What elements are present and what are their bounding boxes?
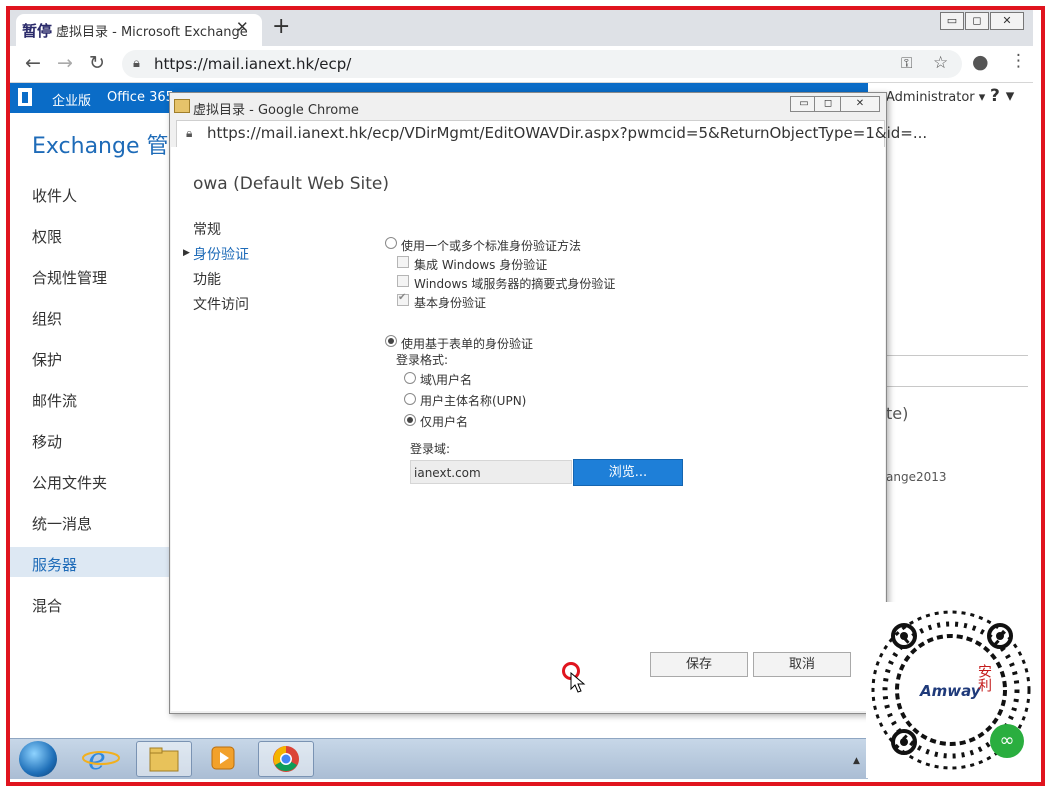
selected-arrow-icon: ▶	[183, 248, 190, 258]
logon-domain-value: ianext.com	[414, 466, 481, 480]
restore-button[interactable]: ◻	[965, 12, 989, 30]
nav-mail-flow[interactable]: 邮件流	[32, 390, 77, 411]
standard-auth-label: 使用一个或多个标准身份验证方法	[401, 239, 582, 253]
forms-auth-label: 使用基于表单的身份验证	[401, 337, 534, 351]
close-window-button[interactable]: ✕	[990, 12, 1024, 30]
svg-text:e: e	[88, 742, 106, 775]
page-title: Exchange 管理	[32, 134, 191, 159]
minimize-button[interactable]: ▭	[940, 12, 964, 30]
tab-file-access[interactable]: 文件访问	[193, 294, 249, 314]
standard-auth-radio[interactable]	[385, 237, 397, 249]
lock-icon: 🔒︎	[133, 56, 140, 71]
admin-menu[interactable]: Administrator ▾	[886, 90, 985, 105]
popup-title: 虚拟目录 - Google Chrome	[193, 103, 359, 118]
tab-close-icon[interactable]: ✕	[236, 18, 249, 36]
integrated-windows-label: 集成 Windows 身份验证	[414, 258, 548, 272]
logon-domain-label: 登录域:	[410, 442, 451, 456]
background-text: ange2013	[886, 470, 947, 484]
tab-features[interactable]: 功能	[193, 269, 221, 289]
folder-icon	[174, 99, 190, 113]
menu-icon[interactable]: ⋮	[1010, 51, 1027, 71]
nav-recipients[interactable]: 收件人	[32, 185, 77, 206]
nav-servers[interactable]: 服务器	[32, 554, 77, 575]
divider	[886, 355, 1028, 356]
upn-label: 用户主体名称(UPN)	[420, 394, 527, 408]
digest-auth-label: Windows 域服务器的摘要式身份验证	[414, 277, 616, 291]
account-icon[interactable]: ●	[972, 51, 989, 73]
mouse-cursor-icon	[570, 672, 586, 693]
nav-mobile[interactable]: 移动	[32, 431, 62, 452]
divider	[886, 386, 1028, 387]
save-button[interactable]: 保存	[650, 652, 748, 677]
paused-watermark: 暂停	[22, 22, 53, 40]
key-icon[interactable]: ⚿	[901, 54, 912, 72]
tab-title: 虚拟目录 - Microsoft Exchange	[56, 25, 248, 40]
taskbar-explorer[interactable]	[136, 741, 192, 777]
username-only-label: 仅用户名	[420, 415, 469, 429]
folder-icon	[149, 747, 179, 772]
qr-brand-cn: 安利	[976, 664, 992, 692]
star-icon[interactable]: ☆	[933, 53, 948, 73]
popup-close-button[interactable]: ✕	[840, 96, 880, 112]
upn-radio[interactable]	[404, 393, 416, 405]
popup-header: owa (Default Web Site)	[193, 174, 390, 194]
forms-auth-radio[interactable]	[385, 335, 397, 347]
domain-user-radio[interactable]	[404, 372, 416, 384]
nav-organization[interactable]: 组织	[32, 308, 62, 329]
back-icon[interactable]: ←	[25, 52, 41, 74]
taskbar-chrome[interactable]	[258, 741, 314, 777]
wechat-miniprogram-icon: ∞	[990, 724, 1024, 758]
check-mark-icon: ✔	[398, 292, 407, 303]
nav-public-folders[interactable]: 公用文件夹	[32, 472, 107, 493]
nav-protection[interactable]: 保护	[32, 349, 62, 370]
taskbar-media-player[interactable]	[196, 741, 250, 775]
reload-icon[interactable]: ↻	[89, 52, 105, 74]
help-menu[interactable]: ? ▾	[990, 86, 1014, 106]
office-logo-inner	[22, 92, 28, 103]
tab-authentication[interactable]: 身份验证	[193, 244, 249, 264]
address-url[interactable]: https://mail.ianext.hk/ecp/	[154, 55, 351, 73]
new-tab-icon[interactable]: +	[272, 14, 290, 39]
popup-restore-button[interactable]: ◻	[814, 96, 842, 112]
popup-url: https://mail.ianext.hk/ecp/VDirMgmt/Edit…	[207, 124, 928, 142]
basic-auth-label: 基本身份验证	[414, 296, 487, 310]
nav-permissions[interactable]: 权限	[32, 226, 62, 247]
tab-general[interactable]: 常规	[193, 219, 221, 239]
windows-start-icon[interactable]	[19, 741, 57, 777]
domain-user-label: 域\用户名	[420, 373, 473, 387]
taskbar-ie[interactable]: e	[74, 741, 128, 777]
popup-content	[171, 147, 885, 711]
enterprise-link[interactable]: 企业版	[52, 90, 91, 109]
background-text: te)	[886, 404, 909, 423]
nav-compliance[interactable]: 合规性管理	[32, 267, 107, 288]
logon-format-label: 登录格式:	[396, 353, 449, 367]
chrome-icon	[273, 746, 299, 772]
integrated-windows-checkbox[interactable]	[397, 256, 409, 268]
nav-hybrid[interactable]: 混合	[32, 595, 62, 616]
ie-icon: e	[82, 742, 120, 777]
tray-expand-icon[interactable]: ▲	[853, 756, 860, 766]
office365-link[interactable]: Office 365	[107, 90, 174, 105]
username-only-radio[interactable]	[404, 414, 416, 426]
qr-brand: Amway	[920, 682, 981, 700]
forward-icon[interactable]: →	[57, 52, 73, 74]
browse-button[interactable]: 浏览...	[573, 459, 683, 486]
lock-icon: 🔒︎	[186, 126, 193, 140]
nav-unified-messaging[interactable]: 统一消息	[32, 513, 92, 534]
cancel-button[interactable]: 取消	[753, 652, 851, 677]
digest-auth-checkbox[interactable]	[397, 275, 409, 287]
media-player-icon	[211, 746, 235, 770]
